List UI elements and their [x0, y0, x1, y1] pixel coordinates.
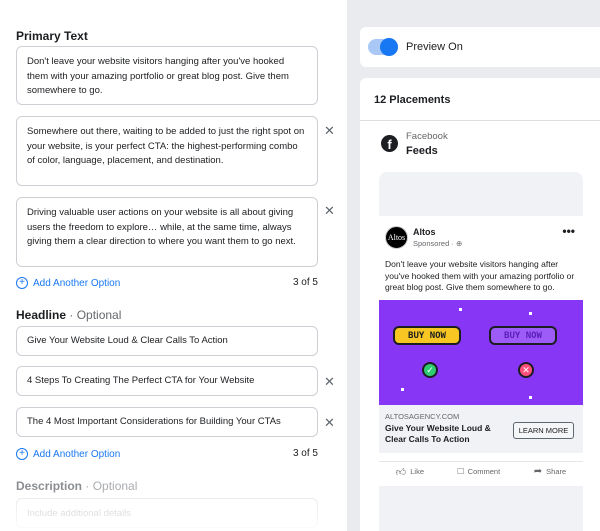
plus-icon: + [16, 448, 28, 460]
avatar: Altos [385, 226, 408, 249]
link-headline: Give Your Website Loud & Clear Calls To … [385, 423, 491, 444]
remove-primary-option-2-close-icon[interactable]: ✕ [324, 124, 335, 137]
placement-name: Feeds [406, 145, 438, 157]
creative-buy-now-button: BUY NOW [393, 326, 461, 345]
add-primary-text-option-button[interactable]: + Add Another Option [16, 277, 120, 289]
ad-post: Altos Altos Sponsored · ⊕ ••• Don't leav… [379, 216, 583, 486]
sparkle [401, 388, 404, 391]
description-input[interactable]: Include additional details [16, 498, 318, 528]
remove-headline-option-2-close-icon[interactable]: ✕ [324, 375, 335, 388]
preview-toggle[interactable] [368, 38, 398, 56]
sparkle [459, 308, 462, 311]
ad-creative-image: BUY NOW BUY NOW ✓ ✕ [379, 300, 583, 405]
sponsored-label: Sponsored · ⊕ [413, 239, 463, 248]
share-label: Share [546, 467, 567, 476]
remove-headline-option-3-close-icon[interactable]: ✕ [324, 416, 335, 429]
preview-panel: Preview On 12 Placements f Facebook Feed… [347, 0, 600, 531]
headline-title-text: Headline [16, 308, 67, 322]
link-domain: ALTOSAGENCY.COM [385, 412, 460, 421]
preview-toggle-row: Preview On [360, 27, 600, 67]
primary-text-option-1[interactable]: Don't leave your website visitors hangin… [16, 46, 318, 105]
primary-text-count: 3 of 5 [292, 277, 318, 288]
add-option-label: Add Another Option [33, 448, 121, 460]
platform-name: Facebook [406, 131, 448, 142]
preview-toggle-label: Preview On [406, 41, 463, 53]
like-label: Like [410, 467, 425, 476]
description-title: Description · Optional [16, 479, 137, 493]
headline-count: 3 of 5 [292, 448, 318, 459]
headline-option-2[interactable]: 4 Steps To Creating The Perfect CTA for … [16, 366, 318, 396]
more-options-icon[interactable]: ••• [562, 224, 575, 238]
post-actions: 👍︎ Like □ Comment ➦ Share [379, 461, 583, 481]
share-icon: ➦ [533, 466, 543, 477]
comment-icon: □ [457, 466, 464, 477]
headline-option-3[interactable]: The 4 Most Important Considerations for … [16, 407, 318, 437]
add-option-label: Add Another Option [33, 277, 121, 289]
description-optional-label: · Optional [85, 479, 138, 493]
post-page-name: Altos [413, 227, 436, 237]
facebook-icon: f [381, 135, 398, 152]
sparkle [529, 312, 532, 315]
thumbs-up-icon: 👍︎ [395, 466, 407, 478]
toggle-knob [380, 38, 398, 56]
plus-icon: + [16, 277, 28, 289]
feed-preview: Altos Altos Sponsored · ⊕ ••• Don't leav… [379, 172, 583, 531]
like-button[interactable]: 👍︎ Like [396, 466, 424, 478]
headline-optional-label: · Optional [69, 308, 122, 322]
primary-text-title: Primary Text [16, 29, 88, 43]
description-title-text: Description [16, 479, 83, 493]
comment-button[interactable]: □ Comment [458, 466, 501, 477]
divider [360, 120, 600, 121]
ad-editor-panel: Primary Text Don't leave your website vi… [0, 0, 347, 531]
headline-title: Headline · Optional [16, 308, 121, 322]
placements-card: 12 Placements f Facebook Feeds Altos Alt… [360, 78, 600, 531]
sparkle [529, 396, 532, 399]
primary-text-option-2[interactable]: Somewhere out there, waiting to be added… [16, 116, 318, 186]
remove-primary-option-3-close-icon[interactable]: ✕ [324, 204, 335, 217]
add-headline-option-button[interactable]: + Add Another Option [16, 448, 120, 460]
placements-title: 12 Placements [374, 94, 451, 106]
primary-text-option-3[interactable]: Driving valuable user actions on your we… [16, 197, 318, 267]
headline-option-1[interactable]: Give Your Website Loud & Clear Calls To … [16, 326, 318, 356]
post-primary-text: Don't leave your website visitors hangin… [385, 259, 575, 292]
creative-buy-now-outline-button: BUY NOW [489, 326, 557, 345]
learn-more-button[interactable]: LEARN MORE [513, 422, 574, 439]
check-icon: ✓ [422, 362, 438, 378]
comment-label: Comment [467, 467, 501, 476]
share-button[interactable]: ➦ Share [534, 466, 566, 477]
x-icon: ✕ [518, 362, 534, 378]
link-preview[interactable]: ALTOSAGENCY.COM Give Your Website Loud &… [379, 405, 583, 453]
